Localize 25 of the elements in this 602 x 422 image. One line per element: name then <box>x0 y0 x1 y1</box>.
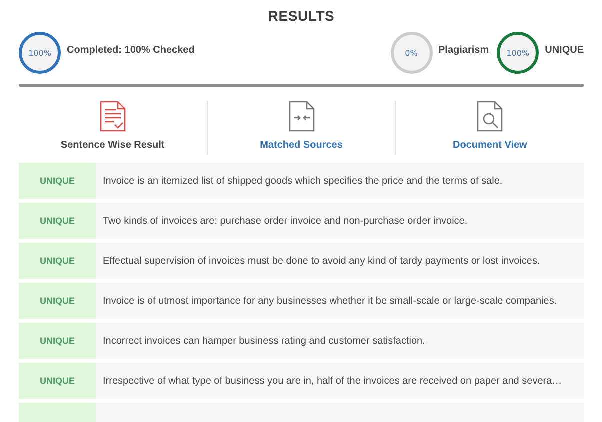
view-tab[interactable]: Matched Sources <box>208 101 396 155</box>
stat-label: UNIQUE <box>545 44 584 56</box>
stat-label: Plagiarism <box>438 44 490 56</box>
search-document-icon <box>477 101 504 132</box>
sentence-cell-text: Invoice is of utmost importance for any businesses whether it be small-scale or large-scale companies. <box>102 294 558 308</box>
status-cell: UNIQUE <box>19 203 96 239</box>
progress-ring: 0% <box>390 32 432 74</box>
sentence-cell-text: Two kinds of invoices are: purchase order invoice and non-purchase order invoice. <box>102 214 468 228</box>
status-cell: UNIQUE <box>19 243 96 279</box>
sentence-cell-text: Irrespective of what type of business you are in, half of the invoices are received on paper and severa… <box>102 374 562 388</box>
compare-document-icon <box>288 101 314 132</box>
status-cell: UNIQUE <box>19 283 96 319</box>
status-cell: UNIQUE <box>19 323 96 359</box>
status-cell: UNIQUE <box>19 363 96 399</box>
sentence-cell-text: Invoice is an itemized list of shipped goods which specifies the price and the terms of sale. <box>102 174 503 188</box>
view-tab[interactable]: Sentence Wise Result <box>19 101 208 155</box>
checked-document-icon <box>100 101 126 132</box>
progress-ring: 100% <box>497 32 540 74</box>
view-tab[interactable]: Document View <box>396 101 584 155</box>
results-title: RESULTS <box>267 8 336 24</box>
sentence-cell-text: Effectual supervision of invoices must be done to avoid any kind of tardy payments or lost invoices. <box>102 254 540 268</box>
sentence-cell-text: Incorrect invoices can hamper business rating and customer satisfaction. <box>102 334 426 348</box>
stat-label: Completed: 100% Checked <box>67 44 195 56</box>
status-cell: UNIQUE <box>19 163 96 199</box>
progress-ring: 100% <box>19 32 61 74</box>
